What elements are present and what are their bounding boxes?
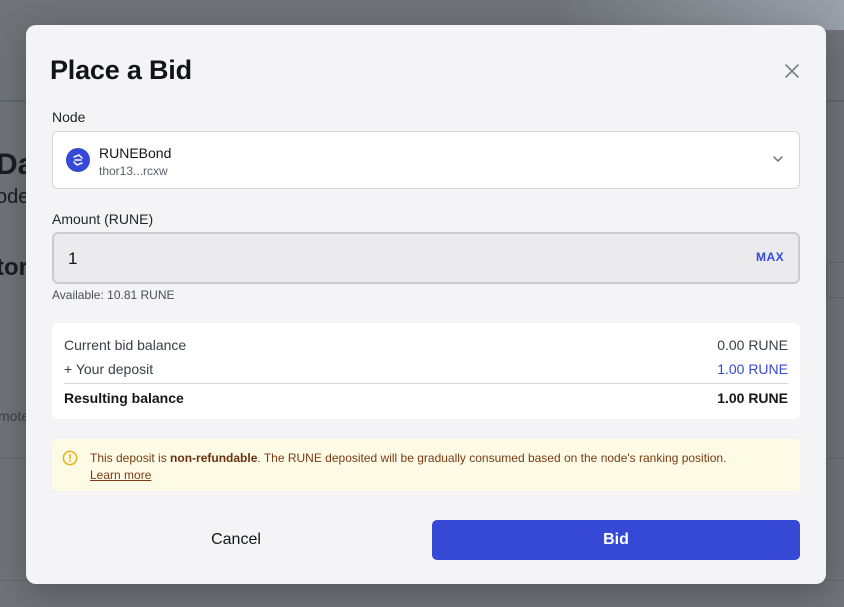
warning-suffix: . The RUNE deposited will be gradually c… xyxy=(257,451,727,465)
summary-row-deposit: + Your deposit 1.00 RUNE xyxy=(64,361,788,377)
node-label: Node xyxy=(52,109,86,125)
available-balance: Available: 10.81 RUNE xyxy=(52,288,175,302)
warning-icon xyxy=(62,450,78,466)
modal-title: Place a Bid xyxy=(50,55,192,85)
warning-text: This deposit is non-refundable. The RUNE… xyxy=(90,450,790,484)
summary-label: Current bid balance xyxy=(64,337,187,353)
amount-field: MAX xyxy=(52,232,800,284)
background-input-edge xyxy=(826,262,844,298)
bid-button[interactable]: Bid xyxy=(432,520,800,560)
chevron-down-icon xyxy=(773,156,783,162)
non-refundable-warning: This deposit is non-refundable. The RUNE… xyxy=(52,439,800,491)
summary-label: + Your deposit xyxy=(64,361,154,377)
background-row-text: mote xyxy=(0,408,30,424)
amount-input[interactable] xyxy=(68,247,728,271)
summary-label: Resulting balance xyxy=(64,390,184,406)
cancel-button[interactable]: Cancel xyxy=(52,520,420,560)
summary-row-resulting: Resulting balance 1.00 RUNE xyxy=(64,390,788,406)
summary-value: 1.00 RUNE xyxy=(717,390,788,406)
max-button[interactable]: MAX xyxy=(756,250,784,264)
warning-prefix: This deposit is xyxy=(90,451,171,465)
warning-emphasis: non-refundable xyxy=(170,451,258,465)
node-select-dropdown[interactable]: RUNEBond thor13...rcxw xyxy=(52,131,800,189)
node-address: thor13...rcxw xyxy=(99,164,168,178)
summary-value: 1.00 RUNE xyxy=(717,361,788,377)
amount-label: Amount (RUNE) xyxy=(52,211,154,227)
background-section-title: tor xyxy=(0,254,28,281)
bid-summary: Current bid balance 0.00 RUNE + Your dep… xyxy=(52,323,800,419)
place-bid-modal: Place a Bid Node RUNEBond thor13...rcxw … xyxy=(26,25,826,584)
close-button[interactable] xyxy=(780,59,804,83)
learn-more-link[interactable]: Learn more xyxy=(90,468,151,482)
summary-row-current: Current bid balance 0.00 RUNE xyxy=(64,337,788,353)
close-icon xyxy=(785,64,799,78)
runebond-logo-icon xyxy=(66,148,90,172)
background-subheading: ode xyxy=(0,186,30,208)
summary-value: 0.00 RUNE xyxy=(717,337,788,353)
summary-divider xyxy=(64,383,788,384)
node-name: RUNEBond xyxy=(99,145,172,161)
